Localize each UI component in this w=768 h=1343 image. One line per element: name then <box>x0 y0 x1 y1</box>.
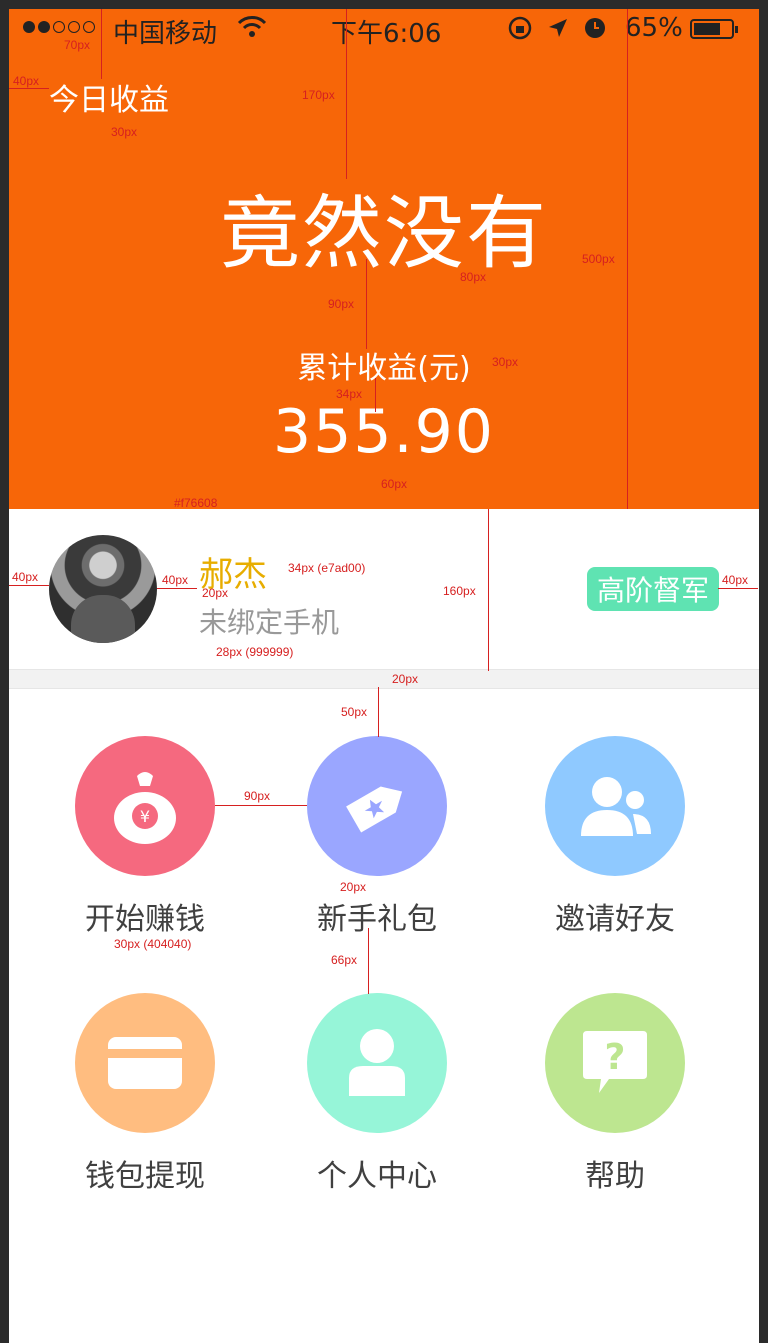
clock: 下午6:06 <box>331 19 442 49</box>
signal-icon <box>23 21 95 33</box>
rank-badge: 高阶督军 <box>586 567 719 611</box>
person-icon <box>307 993 447 1133</box>
gift-tag-icon <box>307 736 447 876</box>
cumulative-earnings-value: 355.90 <box>273 397 495 467</box>
menu-start-earning[interactable]: ¥ 开始赚钱 <box>45 736 245 938</box>
menu-invite-friends[interactable]: 邀请好友 <box>515 736 715 938</box>
menu-newbie-gift[interactable]: 新手礼包 <box>277 736 477 938</box>
wifi-icon <box>237 15 267 46</box>
menu-personal-center[interactable]: 个人中心 <box>277 993 477 1195</box>
location-icon <box>549 19 567 37</box>
svg-text:¥: ¥ <box>140 807 150 826</box>
earnings-header: 中国移动 下午6:06 65% 今日收益 竟然没有 累计收益(元) 355.90 <box>9 9 759 509</box>
rotation-lock-icon <box>508 16 532 40</box>
alarm-icon <box>585 18 605 38</box>
avatar[interactable] <box>49 535 157 643</box>
menu-wallet-withdraw[interactable]: 钱包提现 <box>45 993 245 1195</box>
app-screen: 中国移动 下午6:06 65% 今日收益 竟然没有 累计收益(元) 355.90… <box>9 9 759 1343</box>
today-earnings-label: 今日收益 <box>49 83 169 118</box>
status-bar: 中国移动 下午6:06 65% <box>9 9 759 49</box>
friends-icon <box>545 736 685 876</box>
money-bag-icon: ¥ <box>75 736 215 876</box>
menu-label: 新手礼包 <box>317 902 437 937</box>
user-profile[interactable]: 郝杰 未绑定手机 高阶督军 <box>9 509 759 669</box>
section-divider <box>9 669 759 689</box>
status-icons <box>507 15 607 41</box>
battery-percent: 65% <box>625 13 683 43</box>
card-icon <box>75 993 215 1133</box>
battery-icon <box>690 19 738 39</box>
carrier-name: 中国移动 <box>113 19 218 49</box>
phone-binding-status[interactable]: 未绑定手机 <box>199 601 339 641</box>
menu-label: 钱包提现 <box>85 1159 205 1194</box>
help-icon: ? <box>545 993 685 1133</box>
menu-help[interactable]: ? 帮助 <box>515 993 715 1195</box>
menu-label: 个人中心 <box>317 1159 437 1194</box>
svg-text:?: ? <box>605 1037 626 1078</box>
menu-label: 邀请好友 <box>555 902 675 937</box>
today-earnings-value: 竟然没有 <box>220 187 548 280</box>
menu-label: 开始赚钱 <box>85 902 205 937</box>
cumulative-earnings-label: 累计收益(元) <box>297 351 471 386</box>
menu-label: 帮助 <box>585 1159 645 1194</box>
